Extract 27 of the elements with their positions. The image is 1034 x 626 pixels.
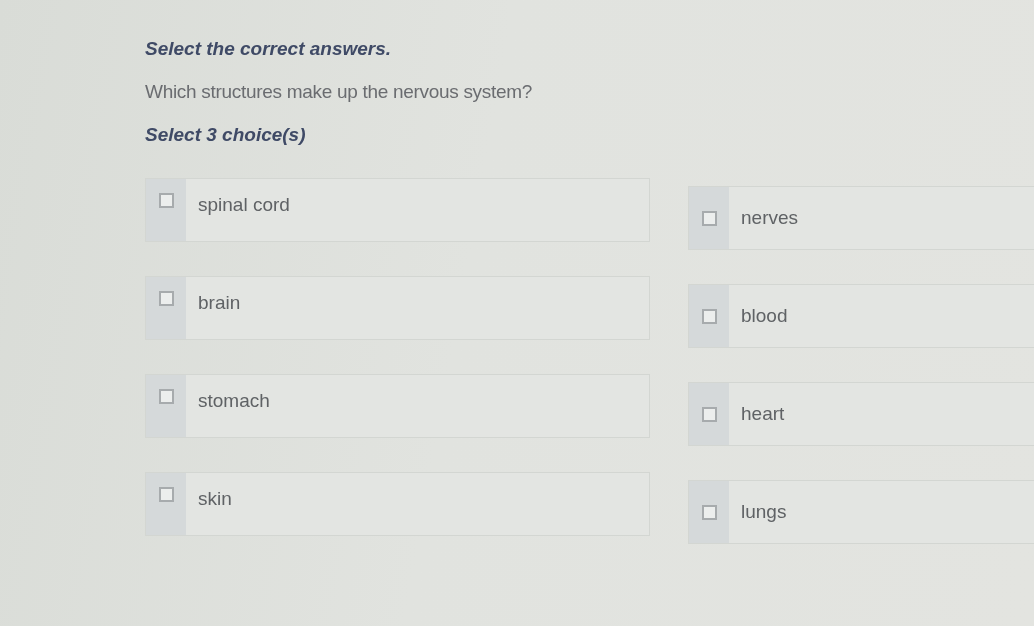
answer-option[interactable]: nerves bbox=[688, 186, 1034, 250]
option-label: nerves bbox=[741, 206, 799, 230]
answer-option[interactable]: skin bbox=[145, 472, 650, 536]
option-label: lungs bbox=[741, 500, 787, 524]
question-text: Which structures make up the nervous system? bbox=[145, 80, 534, 104]
option-label: blood bbox=[741, 304, 788, 328]
choice-count-prompt: Select 3 choice(s) bbox=[145, 123, 307, 147]
checkbox[interactable] bbox=[701, 308, 717, 324]
option-label: brain bbox=[198, 291, 241, 315]
instruction-heading: Select the correct answers. bbox=[145, 37, 393, 61]
option-label: heart bbox=[741, 402, 785, 426]
answer-option[interactable]: spinal cord bbox=[145, 178, 650, 242]
option-label: stomach bbox=[198, 389, 270, 413]
answer-option[interactable]: stomach bbox=[145, 374, 650, 438]
checkbox[interactable] bbox=[701, 210, 717, 226]
answer-option[interactable]: blood bbox=[688, 284, 1034, 348]
checkbox[interactable] bbox=[158, 291, 174, 306]
answer-option[interactable]: lungs bbox=[688, 480, 1034, 544]
checkbox[interactable] bbox=[701, 504, 717, 520]
checkbox[interactable] bbox=[701, 406, 717, 422]
option-label: skin bbox=[198, 487, 232, 511]
answer-option[interactable]: brain bbox=[145, 276, 650, 340]
checkbox[interactable] bbox=[158, 487, 174, 502]
answer-option[interactable]: heart bbox=[688, 382, 1034, 446]
checkbox[interactable] bbox=[158, 389, 174, 404]
checkbox[interactable] bbox=[158, 193, 174, 208]
option-label: spinal cord bbox=[198, 193, 290, 217]
